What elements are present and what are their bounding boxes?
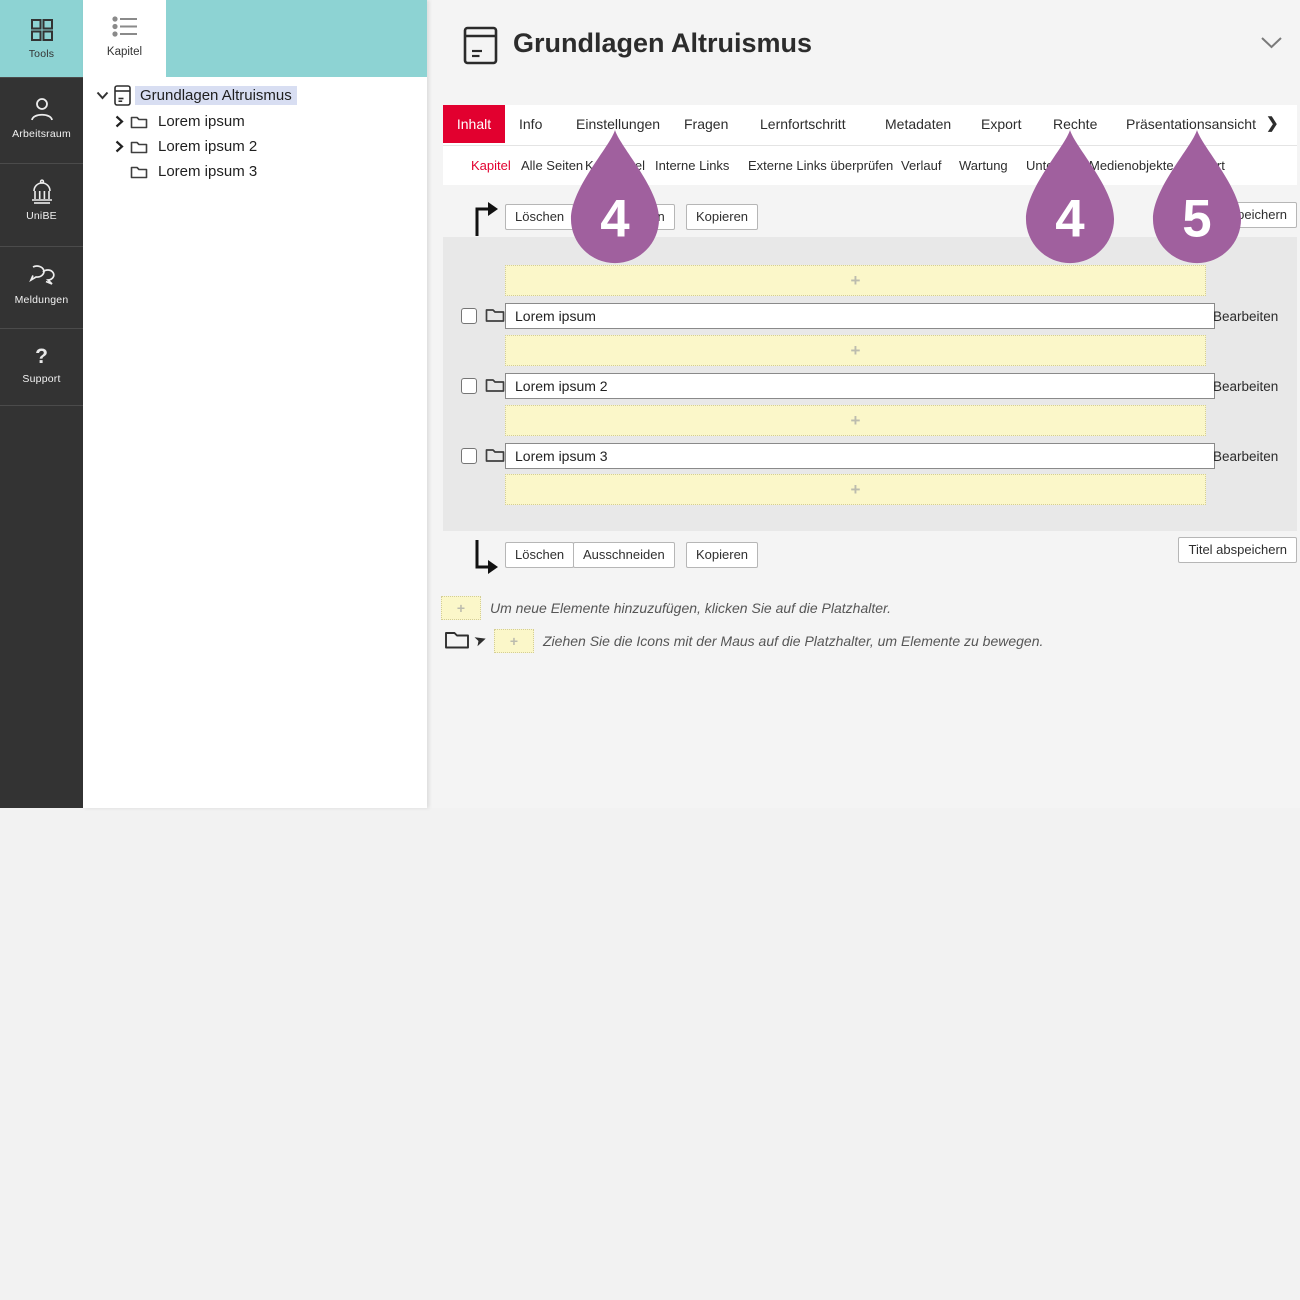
folder-icon: [130, 164, 148, 179]
tree-node[interactable]: Lorem ipsum 3: [153, 162, 262, 181]
sidebar-item-tools[interactable]: Tools: [0, 0, 83, 77]
tab-metadaten[interactable]: Metadaten: [885, 105, 951, 143]
module-icon: [463, 26, 498, 65]
chapter-explorer-panel: Kapitel Grundlagen Altruismus Lorem ipsu…: [83, 0, 427, 808]
subtab-wartung[interactable]: Wartung: [959, 146, 1008, 185]
tab-inhalt[interactable]: Inhalt: [443, 105, 505, 143]
cut-button[interactable]: Ausschneiden: [573, 542, 675, 568]
chevron-right-icon[interactable]: [111, 140, 128, 153]
arrow-down-right-icon: [470, 538, 500, 578]
row-checkbox[interactable]: [461, 378, 477, 394]
folder-icon[interactable]: [485, 306, 505, 323]
tab-kapitel-label: Kapitel: [83, 46, 166, 58]
question-icon: ?: [0, 346, 83, 368]
plus-icon: +: [851, 271, 861, 290]
hint-add-elements: Um neue Elemente hinzuzufügen, klicken S…: [490, 600, 891, 616]
subtab-verlauf[interactable]: Verlauf: [901, 146, 941, 185]
chapter-title-input[interactable]: Lorem ipsum 3: [505, 443, 1215, 469]
page-title: Grundlagen Altruismus: [513, 28, 812, 59]
list-icon: [111, 14, 139, 40]
arrow-up-right-icon: [470, 198, 500, 238]
sidebar-item-label: Meldungen: [0, 294, 83, 306]
plus-icon: +: [851, 411, 861, 430]
tutorial-marker-5: 5: [1148, 129, 1246, 266]
module-icon: [114, 85, 131, 106]
placeholder-bar[interactable]: +: [505, 335, 1206, 366]
tree-node-root[interactable]: Grundlagen Altruismus: [135, 86, 297, 105]
tree-node[interactable]: Lorem ipsum 2: [153, 137, 262, 156]
hint-move-elements: Ziehen Sie die Icons mit der Maus auf di…: [543, 633, 1043, 649]
placeholder-example: +: [441, 596, 481, 620]
person-icon: [28, 95, 56, 123]
chevron-right-icon[interactable]: [111, 115, 128, 128]
main-sidebar: Tools Arbeitsraum UniBE: [0, 0, 83, 808]
chevron-right-icon[interactable]: ❯: [1266, 105, 1279, 143]
plus-icon: +: [510, 633, 518, 649]
sidebar-item-label: Support: [0, 373, 83, 385]
copy-button[interactable]: Kopieren: [686, 204, 758, 230]
university-icon: [27, 179, 57, 205]
copy-button[interactable]: Kopieren: [686, 542, 758, 568]
tab-kapitel[interactable]: Kapitel: [83, 0, 166, 77]
edit-link[interactable]: Bearbeiten: [1213, 449, 1278, 464]
sidebar-item-support[interactable]: ? Support: [0, 329, 83, 405]
chevron-down-icon[interactable]: [94, 91, 111, 100]
save-titles-button[interactable]: Titel abspeichern: [1178, 537, 1297, 563]
placeholder-example: +: [494, 629, 534, 653]
subtab-externe-links[interactable]: Externe Links überprüfen: [748, 146, 893, 185]
placeholder-bar[interactable]: +: [505, 474, 1206, 505]
tree-row: Lorem ipsum: [111, 110, 250, 132]
folder-icon: [444, 628, 470, 650]
sidebar-item-label: UniBE: [0, 210, 83, 222]
plus-icon: +: [851, 480, 861, 499]
tutorial-marker-4b: 4: [1021, 129, 1119, 266]
folder-icon[interactable]: [485, 446, 505, 463]
delete-button[interactable]: Löschen: [505, 204, 574, 230]
sidebar-item-label: Tools: [0, 48, 83, 60]
row-checkbox[interactable]: [461, 448, 477, 464]
chapter-title-input[interactable]: Lorem ipsum: [505, 303, 1215, 329]
tutorial-marker-4a: 4: [566, 129, 664, 266]
placeholder-bar[interactable]: +: [505, 405, 1206, 436]
folder-icon: [130, 114, 148, 129]
chapter-title-input[interactable]: Lorem ipsum 2: [505, 373, 1215, 399]
tab-export[interactable]: Export: [981, 105, 1021, 143]
tree-row-root: Grundlagen Altruismus: [94, 84, 297, 106]
marker-number: 4: [600, 190, 630, 249]
edit-link[interactable]: Bearbeiten: [1213, 379, 1278, 394]
subtab-interne-links[interactable]: Interne Links: [655, 146, 729, 185]
plus-icon: +: [851, 341, 861, 360]
folder-icon: [130, 139, 148, 154]
grid-icon: [29, 17, 55, 43]
delete-button[interactable]: Löschen: [505, 542, 574, 568]
tree-node[interactable]: Lorem ipsum: [153, 112, 250, 131]
subtab-kapitel[interactable]: Kapitel: [471, 146, 511, 185]
tab-info[interactable]: Info: [519, 105, 542, 143]
tree-row: Lorem ipsum 2: [111, 135, 262, 157]
chat-icon: [27, 262, 57, 289]
sidebar-item-arbeitsraum[interactable]: Arbeitsraum: [0, 78, 83, 163]
sidebar-item-meldungen[interactable]: Meldungen: [0, 247, 83, 328]
sidebar-item-unibe[interactable]: UniBE: [0, 164, 83, 246]
tab-fragen[interactable]: Fragen: [684, 105, 728, 143]
sidebar-item-label: Arbeitsraum: [0, 128, 83, 140]
plus-icon: +: [457, 600, 465, 616]
row-checkbox[interactable]: [461, 308, 477, 324]
tree-row: Lorem ipsum 3: [111, 160, 262, 182]
tab-lernfortschritt[interactable]: Lernfortschritt: [760, 105, 846, 143]
marker-number: 4: [1055, 190, 1085, 249]
folder-icon[interactable]: [485, 376, 505, 393]
placeholder-bar[interactable]: +: [505, 265, 1206, 296]
chevron-down-icon[interactable]: [1260, 36, 1283, 50]
edit-link[interactable]: Bearbeiten: [1213, 309, 1278, 324]
marker-number: 5: [1182, 190, 1211, 249]
